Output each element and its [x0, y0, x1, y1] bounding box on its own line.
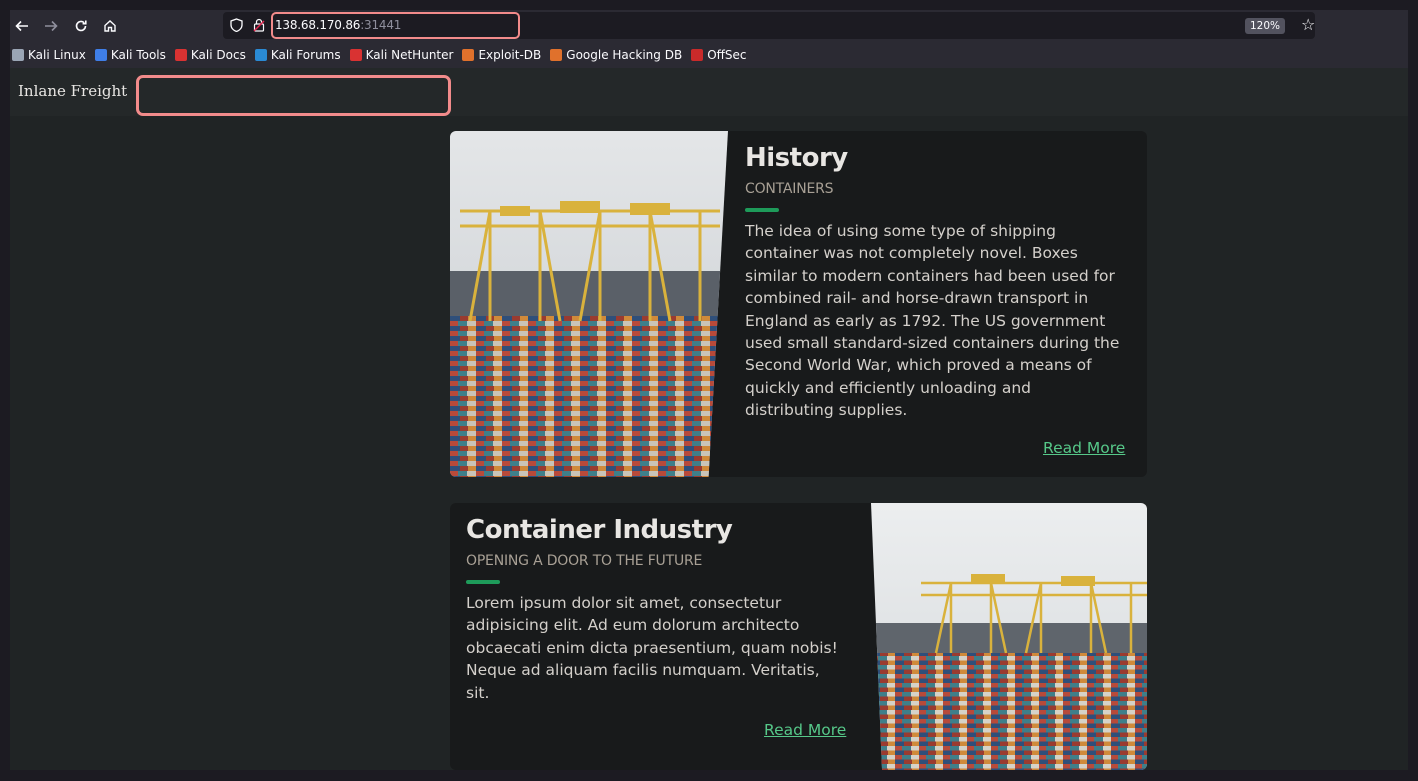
home-icon[interactable] [98, 14, 122, 38]
reload-icon[interactable] [69, 14, 93, 38]
bookmark-item[interactable]: Kali Docs [174, 48, 246, 62]
site-brand[interactable]: Inlane Freight [18, 82, 127, 100]
body-line: used small standard-sized containers dur… [745, 334, 1120, 353]
card-subtitle: OPENING A DOOR TO THE FUTURE [466, 553, 703, 569]
offsec-icon [691, 49, 704, 61]
navbar-highlight-box [136, 75, 451, 116]
kali-tools-icon [94, 49, 107, 61]
history-card: History CONTAINERS The idea of using som… [450, 131, 1147, 477]
bookmark-item[interactable]: Exploit-DB [462, 48, 541, 62]
body-line: The idea of using some type of shipping [745, 222, 1056, 240]
bookmark-label: Kali Tools [110, 48, 166, 62]
body-line: adipisicing elit. Ad eum dolorum archite… [466, 616, 800, 635]
bookmark-item[interactable]: Kali NetHunter [349, 48, 454, 62]
accent-bar [745, 208, 779, 212]
page-viewport: Inlane Freight History CONTAINERS The id… [10, 68, 1408, 770]
body-line: distributing supplies. [745, 401, 908, 420]
zoom-indicator[interactable]: 120% [1245, 18, 1286, 34]
body-line: similar to modern containers had been us… [745, 266, 1115, 285]
body-line: sit. [466, 683, 490, 702]
body-line: container was not completely novel. Boxe… [745, 244, 1078, 263]
kali-dragon-icon [12, 49, 24, 61]
bookmark-label: Kali NetHunter [365, 48, 454, 62]
body-line: quickly and efficiently unloading and [745, 378, 1031, 397]
bookmark-label: OffSec [707, 48, 747, 62]
container-industry-card: Container Industry OPENING A DOOR TO THE… [450, 503, 1147, 770]
bookmark-item[interactable]: Google Hacking DB [550, 48, 682, 62]
bookmarks-toolbar: Kali Linux Kali Tools Kali Docs Kali Forums… [10, 44, 1408, 66]
card-body: The idea of using some type of shipping … [745, 220, 1140, 422]
bookmark-label: Kali Linux [28, 48, 86, 62]
read-more-link[interactable]: Read More [1043, 439, 1125, 457]
card-title: Container Industry [466, 515, 733, 545]
card-title: History [745, 143, 848, 173]
bookmark-item[interactable]: OffSec [691, 48, 747, 62]
bookmark-label: Exploit-DB [478, 48, 542, 62]
kali-docs-icon [174, 49, 187, 61]
back-arrow-icon[interactable] [10, 14, 34, 38]
bookmark-item[interactable]: Kali Tools [94, 48, 166, 62]
body-line: obcaecati enim dicta praesentium, quam n… [466, 638, 838, 657]
shield-icon[interactable] [228, 17, 244, 33]
body-line: Neque ad aliquam facilis numquam. Verita… [466, 661, 820, 680]
body-line: Second World War, which proved a means o… [745, 356, 1092, 375]
port-cranes-image [871, 503, 1147, 770]
body-line: combined rail- and horse-drawn transport… [745, 289, 1089, 308]
site-navbar: Inlane Freight [10, 68, 1408, 116]
bookmark-item[interactable]: Kali Linux [12, 48, 86, 62]
read-more-link[interactable]: Read More [764, 721, 846, 739]
card-subtitle: CONTAINERS [745, 181, 834, 197]
exploit-db-icon [462, 49, 475, 61]
card-body: Lorem ipsum dolor sit amet, consectetur … [466, 592, 861, 704]
accent-bar [466, 580, 500, 584]
insecure-lock-icon[interactable] [251, 17, 267, 33]
ghdb-icon [550, 49, 563, 61]
forward-arrow-icon[interactable] [39, 14, 63, 38]
nethunter-icon [349, 49, 362, 61]
body-line: Lorem ipsum dolor sit amet, consectetur [466, 594, 782, 612]
bookmark-label: Google Hacking DB [566, 48, 683, 62]
browser-toolbar: 138.68.170.86:31441 120% ☆ [10, 10, 1408, 42]
body-line: England as early as 1792. The US governm… [745, 311, 1106, 330]
bookmark-item[interactable]: Kali Forums [254, 48, 341, 62]
kali-forums-icon [254, 49, 267, 61]
bookmark-label: Kali Docs [190, 48, 246, 62]
browser-window: 138.68.170.86:31441 120% ☆ Kali Linux Kal… [10, 10, 1408, 770]
port-cranes-image [450, 131, 728, 477]
url-highlight-box [271, 12, 520, 39]
bookmark-label: Kali Forums [270, 48, 341, 62]
url-bar[interactable]: 138.68.170.86:31441 120% ☆ [223, 12, 1315, 39]
bookmark-star-icon[interactable]: ☆ [1301, 15, 1315, 34]
